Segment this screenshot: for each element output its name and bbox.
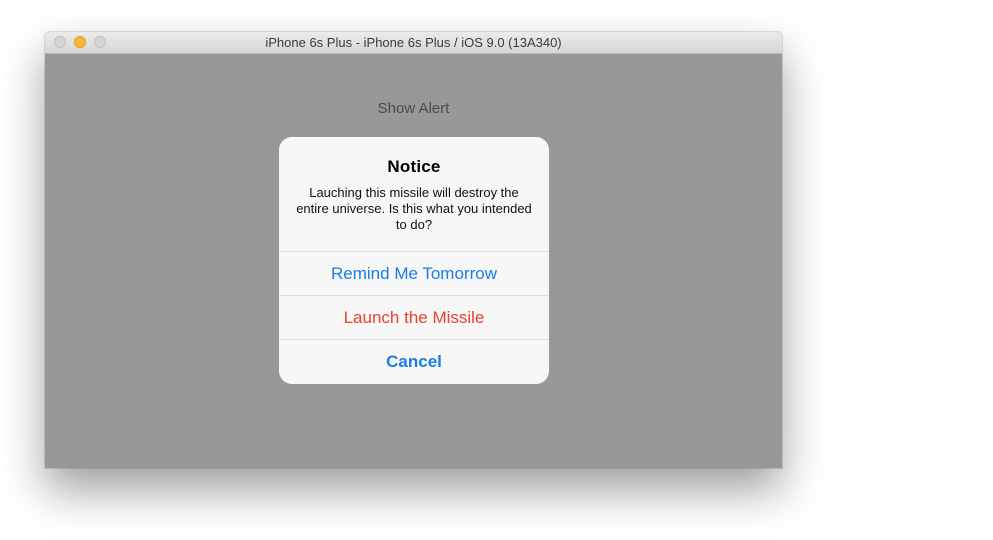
alert-dialog: Notice Lauching this missile will destro… [279,137,549,384]
alert-header: Notice Lauching this missile will destro… [279,137,549,252]
window-title: iPhone 6s Plus - iPhone 6s Plus / iOS 9.… [265,35,562,50]
simulator-window: iPhone 6s Plus - iPhone 6s Plus / iOS 9.… [45,32,782,468]
device-screen: Show Alert Notice Lauching this missile … [45,54,782,468]
cancel-button[interactable]: Cancel [279,340,549,383]
show-alert-button[interactable]: Show Alert [45,100,782,117]
window-titlebar[interactable]: iPhone 6s Plus - iPhone 6s Plus / iOS 9.… [45,32,782,54]
alert-title: Notice [387,157,441,176]
remind-me-tomorrow-button[interactable]: Remind Me Tomorrow [279,252,549,296]
launch-missile-button[interactable]: Launch the Missile [279,296,549,340]
alert-message: Lauching this missile will destroy the e… [296,185,532,232]
